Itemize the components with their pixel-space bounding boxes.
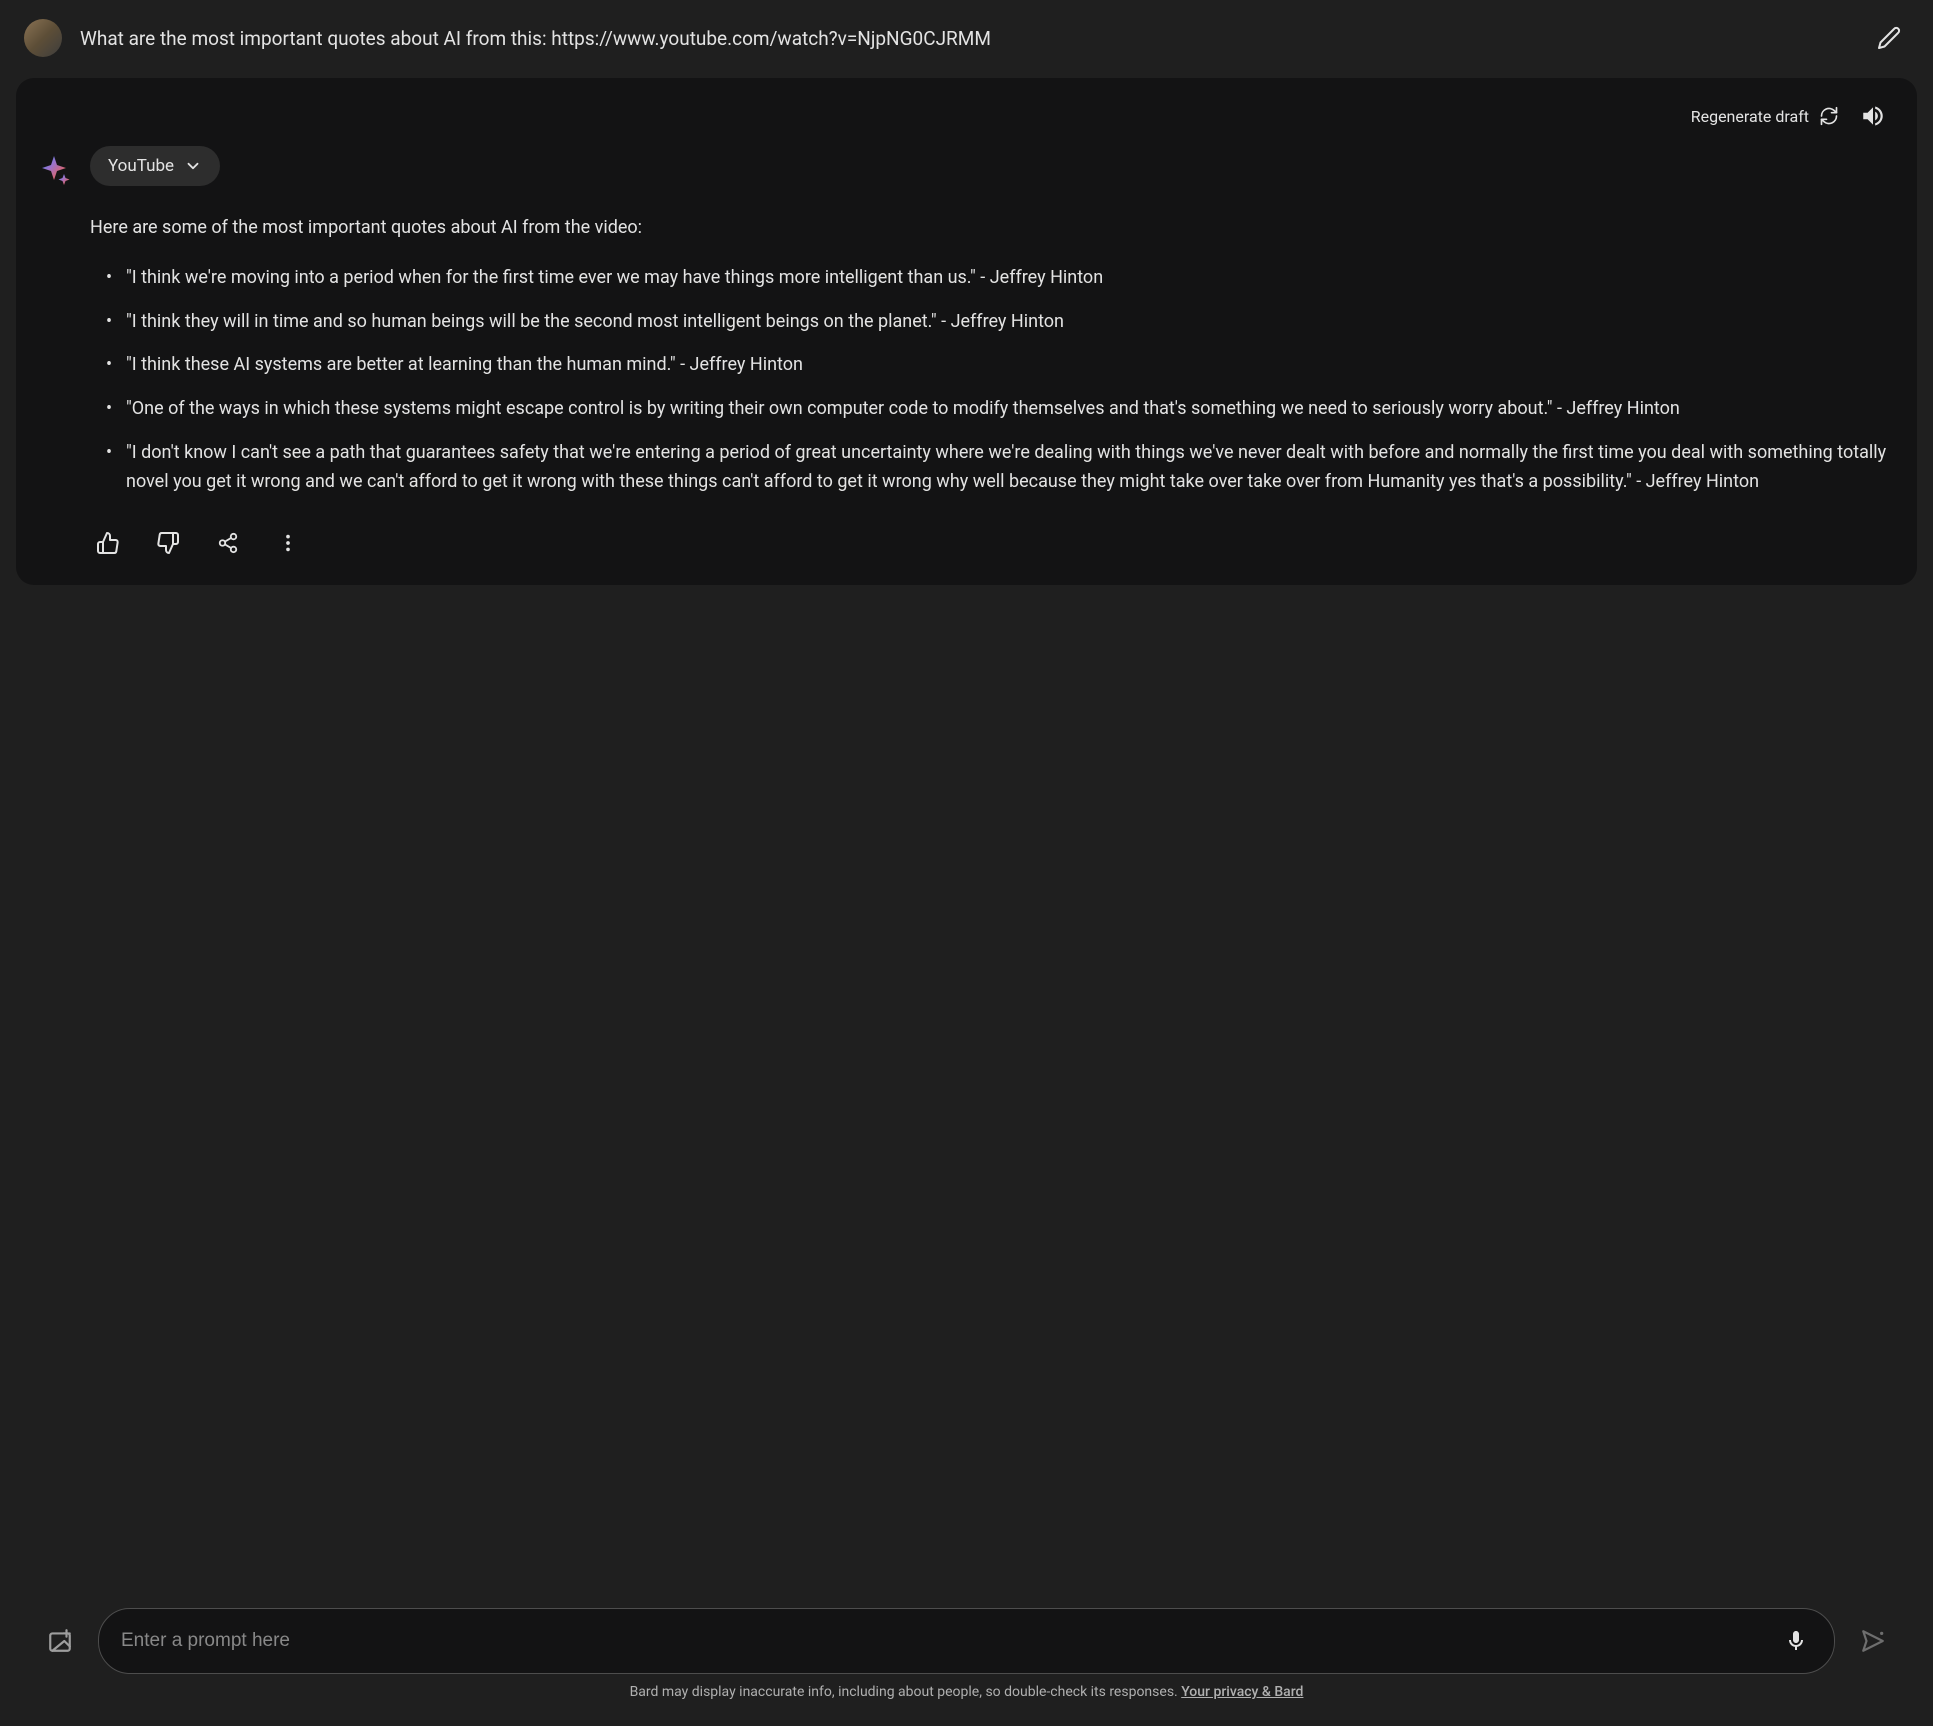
- share-button[interactable]: [210, 525, 246, 561]
- quote-item: "I think they will in time and so human …: [114, 307, 1893, 337]
- thumbs-up-button[interactable]: [90, 525, 126, 561]
- send-button[interactable]: [1853, 1621, 1893, 1661]
- response-intro: Here are some of the most important quot…: [90, 214, 1893, 241]
- more-vertical-icon: [277, 532, 299, 554]
- chevron-down-icon: [184, 157, 202, 175]
- quote-item: "I think these AI systems are better at …: [114, 350, 1893, 380]
- send-icon: [1860, 1628, 1886, 1654]
- image-add-icon: [47, 1628, 73, 1654]
- speaker-icon: [1860, 103, 1886, 129]
- more-options-button[interactable]: [270, 525, 306, 561]
- quote-item: "I don't know I can't see a path that gu…: [114, 438, 1893, 497]
- thumbs-down-icon: [156, 531, 180, 555]
- add-image-button[interactable]: [40, 1621, 80, 1661]
- footer-text: Bard may display inaccurate info, includ…: [630, 1684, 1182, 1700]
- microphone-button[interactable]: [1780, 1625, 1812, 1657]
- regenerate-label: Regenerate draft: [1691, 107, 1809, 126]
- share-icon: [217, 532, 239, 554]
- footer-note: Bard may display inaccurate info, includ…: [40, 1674, 1893, 1714]
- user-prompt-row: What are the most important quotes about…: [16, 12, 1917, 78]
- user-prompt-text: What are the most important quotes about…: [80, 27, 1851, 50]
- microphone-icon: [1784, 1629, 1808, 1653]
- quote-list: "I think we're moving into a period when…: [90, 263, 1893, 497]
- edit-prompt-button[interactable]: [1869, 18, 1909, 58]
- pencil-icon: [1877, 26, 1901, 50]
- chip-label: YouTube: [108, 156, 174, 176]
- refresh-icon: [1819, 106, 1839, 126]
- thumbs-up-icon: [96, 531, 120, 555]
- prompt-input-container[interactable]: [98, 1608, 1835, 1674]
- youtube-chip[interactable]: YouTube: [90, 146, 220, 186]
- quote-item: "One of the ways in which these systems …: [114, 394, 1893, 424]
- response-card: Regenerate draft: [16, 78, 1917, 585]
- regenerate-draft-button[interactable]: Regenerate draft: [1691, 106, 1839, 126]
- speaker-button[interactable]: [1853, 96, 1893, 136]
- bard-sparkle-icon: [40, 154, 72, 186]
- user-avatar: [24, 19, 62, 57]
- prompt-input[interactable]: [121, 1630, 1780, 1652]
- thumbs-down-button[interactable]: [150, 525, 186, 561]
- privacy-link[interactable]: Your privacy & Bard: [1181, 1684, 1303, 1700]
- quote-item: "I think we're moving into a period when…: [114, 263, 1893, 293]
